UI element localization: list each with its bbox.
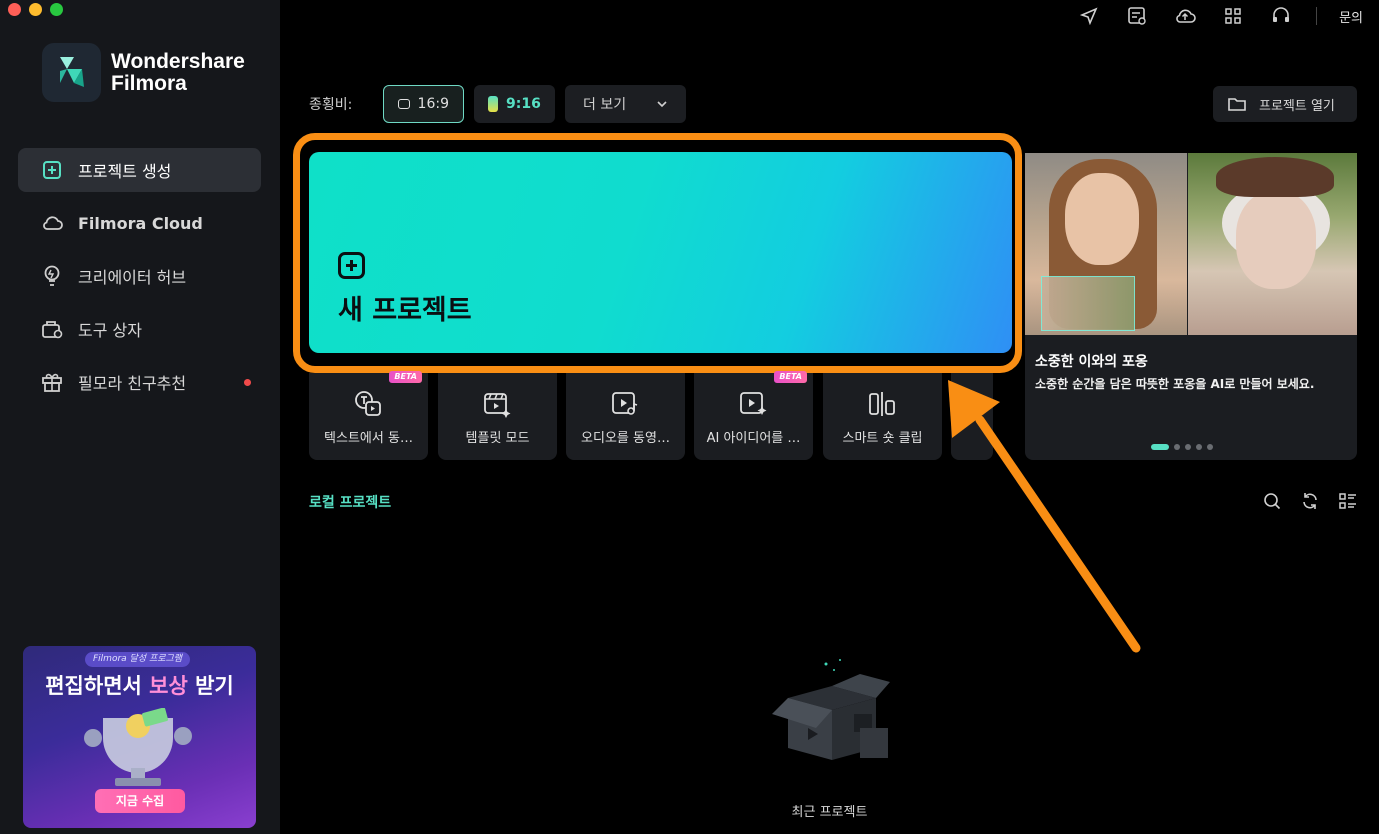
tool-smart-short-clip[interactable]: 스마트 숏 클립 [823,373,942,460]
more-ratios-dropdown[interactable]: 더 보기 [565,85,686,123]
divider [1316,7,1318,25]
local-toolbar [1263,492,1357,510]
tool-template-mode[interactable]: 템플릿 모드 [438,373,557,460]
folder-icon [1228,98,1246,111]
tool-audio-to-video[interactable]: 오디오를 동영… [566,373,685,460]
tool-ai-idea-to-video[interactable]: BETA AI 아이디어를 … [694,371,813,460]
notification-badge [244,379,251,386]
promo-title: 편집하면서 보상 받기 [45,674,234,698]
text-to-video-icon [355,391,381,416]
feature-title: 소중한 이와의 포옹 [1035,354,1148,370]
carousel-dots[interactable] [1151,444,1213,450]
cloud-upload-icon[interactable] [1172,5,1198,27]
search-icon[interactable] [1263,492,1281,510]
carousel-dot[interactable] [1151,444,1169,450]
sidebar-item-label: 프로젝트 생성 [78,162,172,181]
grid-icon[interactable] [1220,5,1246,27]
window-controls [8,3,63,16]
send-icon[interactable] [1076,5,1102,27]
carousel-dot[interactable] [1185,444,1191,450]
sidebar-item-filmora-cloud[interactable]: Filmora Cloud [18,201,261,245]
empty-box-icon [772,659,890,760]
aspect-ratio-label: 종횡비: [309,97,353,113]
annotation-arrow [948,380,1141,653]
filmora-logo [42,43,101,102]
refresh-icon[interactable] [1301,492,1319,510]
sidebar-item-label: 필모라 친구추천 [78,374,187,393]
maximize-window-button[interactable] [50,3,63,16]
topbar: 문의 [1076,5,1363,27]
audio-to-video-icon [612,392,638,415]
task-list-icon[interactable] [1124,5,1150,27]
promo-tag: Filmora 달성 프로그램 [85,652,191,667]
cloud-icon [40,211,64,235]
sidebar-item-referral[interactable]: 필모라 친구추천 [18,360,261,404]
carousel-dot[interactable] [1174,444,1180,450]
beta-badge: BETA [774,371,807,383]
beta-badge: BETA [389,371,422,383]
contact-button[interactable]: 문의 [1339,7,1363,26]
brand-name: Wondershare Filmora [111,50,245,95]
portrait-icon [488,96,498,112]
sidebar-item-creator-hub[interactable]: 크리에이터 허브 [18,254,261,298]
sidebar-item-create-project[interactable]: 프로젝트 생성 [18,148,261,192]
feature-thumbnail [1041,276,1135,331]
recent-projects-empty-label: 최근 프로젝트 [791,805,868,820]
highlight-outline [293,133,1022,373]
carousel-dot[interactable] [1196,444,1202,450]
ratio-9-16-button[interactable]: 9:16 [474,85,555,123]
feature-photo-elderly-woman [1188,153,1357,335]
sidebar: Wondershare Filmora 프로젝트 생성 Filmora Clou… [0,0,280,834]
sidebar-item-label: Filmora Cloud [78,213,203,233]
chevron-down-icon [657,101,667,108]
smart-clip-icon [869,392,895,416]
local-projects-tab[interactable]: 로컬 프로젝트 [309,492,391,512]
close-window-button[interactable] [8,3,21,16]
gift-icon [40,370,64,394]
tool-text-to-video[interactable]: BETA 텍스트에서 동… [309,371,428,460]
ratio-16-9-button[interactable]: 16:9 [383,85,464,123]
sidebar-item-label: 크리에이터 허브 [78,268,187,287]
minimize-window-button[interactable] [29,3,42,16]
list-view-icon[interactable] [1339,492,1357,510]
open-project-button[interactable]: 프로젝트 열기 [1213,86,1357,122]
ai-idea-icon [740,392,767,415]
landscape-icon [398,99,410,109]
template-icon [484,393,511,418]
lightbulb-icon [40,264,64,288]
toolbox-icon [40,317,64,341]
headset-icon[interactable] [1268,5,1294,27]
plus-square-icon [40,158,64,182]
sidebar-item-label: 도구 상자 [78,321,142,340]
carousel-dot[interactable] [1207,444,1213,450]
sidebar-item-toolbox[interactable]: 도구 상자 [18,307,261,351]
trophy-icon [84,708,192,786]
